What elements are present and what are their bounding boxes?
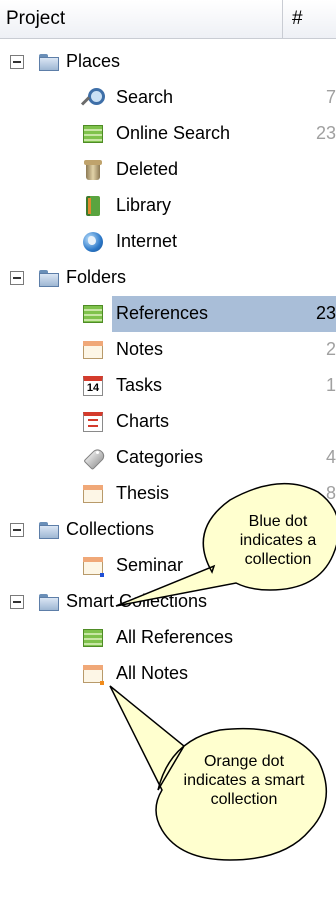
callout-orange-dot: Orange dot indicates a smart collection xyxy=(183,753,305,808)
callout-blue-dot: Blue dot indicates a collection xyxy=(239,513,317,568)
